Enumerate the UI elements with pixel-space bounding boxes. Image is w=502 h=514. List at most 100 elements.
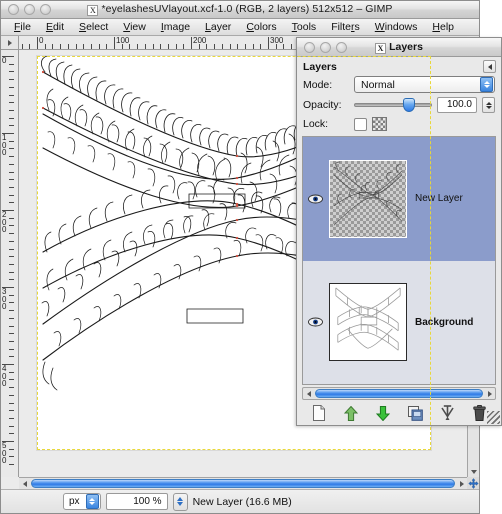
layer-name: Background — [415, 316, 474, 328]
zoom-stepper-icon[interactable] — [172, 492, 188, 511]
eye-icon[interactable] — [307, 317, 323, 328]
resize-grip[interactable] — [487, 411, 500, 424]
menu-colors[interactable]: Colors — [239, 20, 283, 34]
menu-filters[interactable]: Filters — [324, 20, 367, 34]
layers-scroll-left-arrow-icon[interactable] — [303, 390, 314, 397]
new-layer-button[interactable] — [309, 403, 329, 423]
layers-window-title: X Layers — [297, 41, 501, 54]
ruler-tick — [9, 387, 14, 389]
ruler-tick — [90, 44, 92, 49]
opacity-input[interactable]: 100.0 — [437, 97, 477, 113]
move-cross-icon — [467, 477, 479, 489]
anchor-layer-button[interactable] — [437, 403, 457, 423]
opacity-stepper-icon[interactable] — [482, 97, 495, 113]
lock-pixels-checkbox[interactable] — [354, 117, 367, 131]
scroll-left-arrow-icon[interactable] — [19, 480, 30, 487]
ruler-tick — [9, 464, 14, 466]
menu-file[interactable]: FFileile — [7, 20, 38, 34]
ruler-tick — [9, 279, 14, 281]
lock-label: Lock: — [303, 118, 329, 130]
opacity-label: Opacity: — [303, 99, 342, 111]
vertical-ruler[interactable]: 0 100 200 300 400 500 — [1, 50, 19, 477]
layers-dialog-titlebar: X Layers — [297, 38, 501, 57]
layers-window-title-text: Layers — [389, 40, 423, 53]
scroll-right-arrow-icon[interactable] — [456, 480, 467, 487]
ruler-tick — [9, 125, 14, 127]
ruler-tick — [9, 379, 14, 381]
delete-layer-button[interactable] — [469, 403, 489, 423]
layer-thumbnail[interactable] — [329, 159, 407, 238]
zoom-input[interactable]: 100 % — [105, 493, 168, 510]
opacity-slider[interactable] — [354, 98, 432, 112]
ruler-tick — [9, 71, 14, 73]
ruler-tick — [9, 171, 14, 173]
layers-app-icon: X — [375, 42, 387, 54]
mode-dropdown[interactable]: Normal — [354, 76, 495, 93]
menu-select[interactable]: Select — [72, 20, 115, 34]
ruler-tick — [9, 371, 14, 373]
duplicate-layer-button[interactable] — [405, 403, 425, 423]
checkerboard-icon[interactable] — [372, 117, 387, 131]
ruler-tick — [9, 256, 14, 258]
app-icon: X — [87, 5, 99, 16]
ruler-tick — [9, 117, 14, 119]
menu-tools[interactable]: Tools — [285, 20, 324, 34]
menu-edit[interactable]: Edit — [39, 20, 71, 34]
ruler-tick — [183, 44, 185, 49]
lower-layer-button[interactable] — [373, 403, 393, 423]
ruler-tick — [9, 233, 14, 235]
page-icon — [313, 405, 325, 421]
ruler-tick — [291, 44, 293, 49]
canvas-horizontal-scrollbar[interactable] — [19, 477, 467, 489]
ruler-tick — [221, 44, 223, 49]
layers-scroll-right-arrow-icon[interactable] — [484, 390, 495, 397]
ruler-label: 100 — [2, 133, 7, 157]
gimp-screenshot: X *eyelashesUVlayout.xcf-1.0 (RGB, 2 laye… — [0, 0, 502, 514]
ruler-tick — [9, 186, 14, 188]
layer-row[interactable]: Background — [303, 260, 495, 384]
menu-bar[interactable]: FFileile Edit Select View Image Layer Co… — [1, 19, 479, 36]
ruler-tick — [60, 44, 62, 49]
menu-image[interactable]: Image — [154, 20, 197, 34]
ruler-label: 100 — [116, 36, 130, 45]
ruler-tick — [9, 402, 14, 404]
scroll-down-arrow-icon[interactable] — [470, 466, 477, 477]
unit-selector[interactable]: px — [63, 493, 101, 510]
ruler-tick — [152, 44, 154, 49]
unit-stepper-icon[interactable] — [85, 494, 99, 509]
ruler-tick — [214, 44, 216, 49]
image-window-titlebar: X *eyelashesUVlayout.xcf-1.0 (RGB, 2 laye… — [1, 1, 479, 19]
layers-scroll-thumb[interactable] — [315, 389, 483, 398]
navigation-preview-button[interactable] — [467, 477, 479, 489]
mode-stepper-icon[interactable] — [480, 77, 493, 92]
layer-thumbnail[interactable] — [329, 283, 407, 362]
ruler-tick — [9, 94, 14, 96]
ruler-tick — [9, 86, 14, 88]
menu-view[interactable]: View — [116, 20, 153, 34]
ruler-tick — [144, 44, 146, 49]
horizontal-scroll-thumb[interactable] — [31, 479, 455, 488]
ruler-tick — [9, 79, 14, 81]
ruler-origin-button[interactable] — [1, 36, 19, 50]
ruler-tick — [67, 44, 69, 49]
ruler-tick — [9, 240, 14, 242]
ruler-tick — [29, 44, 31, 49]
ruler-tick — [9, 417, 14, 419]
ruler-tick — [160, 44, 162, 49]
opacity-slider-thumb[interactable] — [402, 98, 415, 112]
ruler-tick — [9, 263, 14, 265]
layers-menu-button[interactable] — [483, 60, 496, 73]
layer-list-scrollbar[interactable] — [302, 387, 496, 400]
eye-icon[interactable] — [307, 193, 323, 204]
ruler-tick — [9, 225, 14, 227]
raise-layer-button[interactable] — [341, 403, 361, 423]
ruler-label: 300 — [2, 287, 7, 311]
layer-list[interactable]: New Layer Background — [302, 136, 496, 385]
menu-help[interactable]: Help — [425, 20, 461, 34]
menu-layer[interactable]: Layer — [198, 20, 238, 34]
layer-row[interactable]: New Layer — [303, 137, 495, 261]
ruler-tick — [9, 248, 14, 250]
menu-windows[interactable]: Windows — [368, 20, 425, 34]
duplicate-icon — [407, 405, 423, 421]
opacity-slider-track[interactable] — [354, 103, 432, 107]
